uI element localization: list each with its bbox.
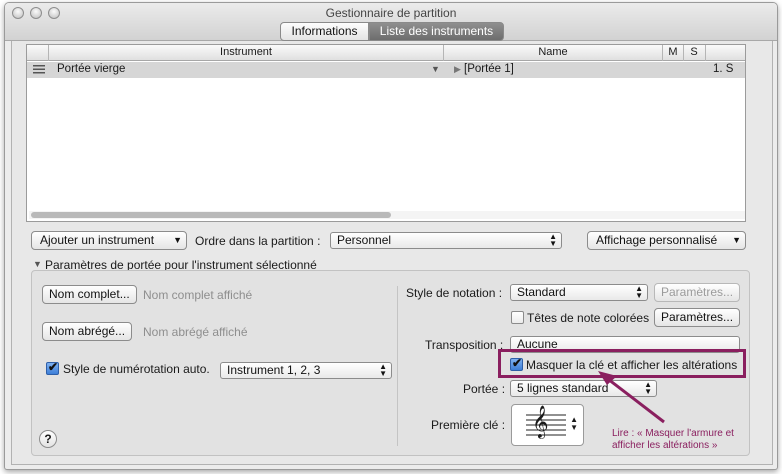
annotation-note: Lire : « Masquer l'armure et afficher le… <box>612 428 734 452</box>
annotation-arrow <box>598 371 665 424</box>
annotation-line-2: afficher les altérations » <box>612 440 718 451</box>
annotation-line-1: Lire : « Masquer l'armure et <box>612 428 734 439</box>
